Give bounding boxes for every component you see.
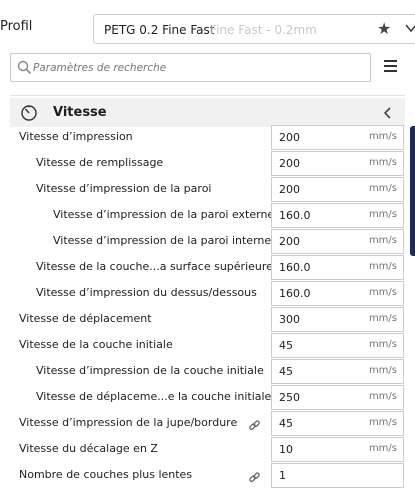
- chevron-left-icon[interactable]: [382, 105, 394, 124]
- setting-label: Vitesse de remplissage: [36, 156, 164, 169]
- chevron-down-icon[interactable]: [404, 21, 415, 38]
- profile-selector[interactable]: PETG 0.2 Fine Fast - Fine Fast - 0.2mm ★: [93, 14, 415, 44]
- setting-label: Vitesse de la couche...a surface supérie…: [36, 260, 273, 273]
- setting-value-field[interactable]: 45 mm/s: [271, 359, 404, 384]
- setting-label: Vitesse de déplaceme...e la couche initi…: [36, 390, 272, 403]
- setting-unit: mm/s: [368, 287, 397, 298]
- setting-label: Vitesse de déplacement: [19, 312, 152, 325]
- setting-row: Vitesse de déplacement 300 mm/s: [0, 307, 415, 333]
- profile-suffix: - Fine Fast - 0.2mm: [202, 23, 317, 37]
- setting-value-field[interactable]: 45 mm/s: [271, 333, 404, 358]
- setting-unit: mm/s: [368, 209, 397, 220]
- setting-label: Vitesse d’impression de la jupe/bordure: [19, 416, 238, 429]
- setting-unit: mm/s: [368, 339, 397, 350]
- setting-value-field[interactable]: 200 mm/s: [271, 229, 404, 254]
- setting-row: Vitesse de la couche initiale 45 mm/s: [0, 333, 415, 359]
- setting-label: Vitesse d’impression de la paroi: [36, 182, 212, 195]
- setting-value: 10: [279, 443, 293, 456]
- search-input[interactable]: [33, 58, 363, 78]
- profile-label: Profil: [0, 19, 33, 34]
- setting-label: Vitesse d’impression de la paroi interne: [53, 234, 272, 247]
- setting-unit: mm/s: [368, 157, 397, 168]
- setting-label: Vitesse d’impression de la couche initia…: [36, 364, 264, 377]
- setting-row: Vitesse d’impression de la paroi externe…: [0, 203, 415, 229]
- divider: [10, 95, 405, 96]
- setting-value: 160.0: [279, 287, 311, 300]
- profile-name: PETG 0.2 Fine Fast: [104, 23, 215, 37]
- setting-row: Vitesse de remplissage 200 mm/s: [0, 151, 415, 177]
- setting-label: Vitesse d’impression de la paroi externe: [53, 208, 275, 221]
- setting-value: 250: [279, 391, 300, 404]
- setting-row: Vitesse de la couche...a surface supérie…: [0, 255, 415, 281]
- setting-unit: mm/s: [368, 313, 397, 324]
- setting-value-field[interactable]: 300 mm/s: [271, 307, 404, 332]
- search-box[interactable]: [10, 53, 371, 82]
- link-icon[interactable]: [248, 469, 261, 488]
- setting-value-field[interactable]: 160.0 mm/s: [271, 281, 404, 306]
- setting-unit: mm/s: [368, 391, 397, 402]
- setting-unit: mm/s: [368, 365, 397, 376]
- setting-value: 200: [279, 131, 300, 144]
- setting-value: 300: [279, 313, 300, 326]
- setting-value-field[interactable]: 160.0 mm/s: [271, 255, 404, 280]
- link-icon[interactable]: [248, 417, 261, 436]
- setting-unit: mm/s: [368, 443, 397, 454]
- setting-label: Vitesse d’impression: [19, 130, 133, 143]
- setting-row: Vitesse d’impression de la paroi 200 mm/s: [0, 177, 415, 203]
- setting-unit: mm/s: [368, 417, 397, 428]
- setting-value-field[interactable]: 200 mm/s: [271, 125, 404, 150]
- setting-label: Nombre de couches plus lentes: [19, 468, 193, 481]
- setting-value-field[interactable]: 10 mm/s: [271, 437, 404, 462]
- section-title: Vitesse: [53, 105, 107, 120]
- setting-value-field[interactable]: 1: [271, 463, 404, 488]
- setting-value: 200: [279, 183, 300, 196]
- setting-value: 1: [279, 469, 286, 482]
- setting-row: Nombre de couches plus lentes 1: [0, 463, 415, 489]
- star-icon[interactable]: ★: [377, 19, 391, 38]
- setting-value-field[interactable]: 160.0 mm/s: [271, 203, 404, 228]
- search-icon: [17, 60, 32, 79]
- setting-unit: mm/s: [368, 131, 397, 142]
- setting-label: Vitesse du décalage en Z: [19, 442, 158, 455]
- setting-value: 200: [279, 157, 300, 170]
- setting-row: Vitesse de déplaceme...e la couche initi…: [0, 385, 415, 411]
- setting-label: Vitesse de la couche initiale: [19, 338, 173, 351]
- setting-value: 45: [279, 365, 293, 378]
- setting-row: Vitesse du décalage en Z 10 mm/s: [0, 437, 415, 463]
- setting-row: Vitesse d’impression de la jupe/bordure 4…: [0, 411, 415, 437]
- setting-value-field[interactable]: 200 mm/s: [271, 151, 404, 176]
- setting-unit: mm/s: [368, 261, 397, 272]
- setting-value-field[interactable]: 200 mm/s: [271, 177, 404, 202]
- setting-value: 200: [279, 235, 300, 248]
- setting-row: Vitesse d’impression 200 mm/s: [0, 125, 415, 151]
- setting-value: 45: [279, 417, 293, 430]
- menu-icon[interactable]: [383, 58, 399, 74]
- setting-unit: mm/s: [368, 183, 397, 194]
- setting-row: Vitesse d’impression du dessus/dessous 16…: [0, 281, 415, 307]
- setting-label: Vitesse d’impression du dessus/dessous: [36, 286, 257, 299]
- setting-row: Vitesse d’impression de la paroi interne…: [0, 229, 415, 255]
- setting-unit: mm/s: [368, 235, 397, 246]
- setting-value: 160.0: [279, 261, 311, 274]
- setting-value: 160.0: [279, 209, 311, 222]
- setting-row: Vitesse d’impression de la couche initia…: [0, 359, 415, 385]
- setting-value-field[interactable]: 250 mm/s: [271, 385, 404, 410]
- section-header-speed[interactable]: Vitesse: [10, 98, 405, 127]
- setting-value-field[interactable]: 45 mm/s: [271, 411, 404, 436]
- setting-value: 45: [279, 339, 293, 352]
- speedometer-icon: [20, 104, 38, 126]
